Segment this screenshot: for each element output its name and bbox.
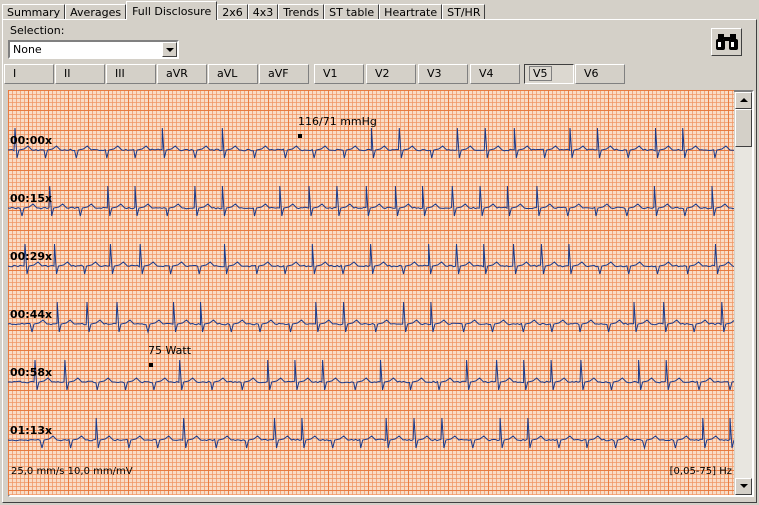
blood-pressure-annotation: 116/71 mmHg <box>298 115 377 128</box>
scroll-up-button[interactable] <box>735 92 752 109</box>
lead-button-v2[interactable]: V2 <box>366 64 416 84</box>
ecg-strip-area[interactable]: 00:00x 00:15x 00:29x 00:44x 00:58x 01:13… <box>8 90 734 495</box>
lead-button-i[interactable]: I <box>4 64 54 84</box>
lead-button-v3[interactable]: V3 <box>418 64 468 84</box>
lead-button-v5[interactable]: V5 <box>524 64 574 84</box>
ecg-trace-row <box>8 243 734 275</box>
selection-dropdown[interactable]: None <box>8 40 179 59</box>
ecg-trace-row <box>8 185 734 217</box>
ecg-trace-row <box>8 417 734 450</box>
tab-bar: Summary Averages Full Disclosure 2x6 4x3… <box>2 1 486 20</box>
tab-2x6[interactable]: 2x6 <box>217 4 248 20</box>
ecg-row-time-label: 00:44x <box>10 308 53 321</box>
ecg-trace-row <box>8 359 734 391</box>
tab-trends[interactable]: Trends <box>278 4 325 20</box>
annotation-marker <box>298 134 302 138</box>
tab-st-hr[interactable]: ST/HR <box>442 4 486 20</box>
lead-button-v1[interactable]: V1 <box>314 64 364 84</box>
ecg-row-time-label: 00:58x <box>10 366 53 379</box>
ecg-traces <box>8 127 734 450</box>
binoculars-icon <box>716 34 738 50</box>
lead-button-avr[interactable]: aVR <box>157 64 207 84</box>
find-button[interactable] <box>711 28 742 56</box>
lead-button-ii[interactable]: II <box>55 64 105 84</box>
vertical-scrollbar[interactable] <box>735 92 752 495</box>
lead-button-v4[interactable]: V4 <box>470 64 520 84</box>
lead-button-avf[interactable]: aVF <box>259 64 309 84</box>
tab-st-table[interactable]: ST table <box>324 4 380 20</box>
tab-heartrate[interactable]: Heartrate <box>379 4 443 20</box>
tab-summary[interactable]: Summary <box>2 4 66 20</box>
ecg-row-time-label: 01:13x <box>10 424 53 437</box>
tab-averages[interactable]: Averages <box>65 4 127 20</box>
tab-full-disclosure[interactable]: Full Disclosure <box>126 1 218 20</box>
ecg-row-time-label: 00:29x <box>10 250 53 263</box>
tab-4x3[interactable]: 4x3 <box>247 4 279 20</box>
lead-button-v6[interactable]: V6 <box>575 64 625 84</box>
chevron-down-icon[interactable] <box>162 42 177 57</box>
lead-button-avl[interactable]: aVL <box>208 64 258 84</box>
lead-button-iii[interactable]: III <box>106 64 156 84</box>
selection-value: None <box>13 43 42 56</box>
workload-annotation: 75 Watt <box>148 344 192 357</box>
speed-gain-label: 25,0 mm/s 10,0 mm/mV <box>11 466 133 477</box>
ecg-row-time-label: 00:15x <box>10 192 53 205</box>
annotation-marker <box>149 363 153 367</box>
scroll-thumb[interactable] <box>735 109 752 147</box>
ecg-trace-row <box>8 127 734 159</box>
ecg-row-time-label: 00:00x <box>10 134 53 147</box>
selection-label: Selection: <box>10 24 65 37</box>
ecg-trace-row <box>8 301 734 334</box>
scroll-down-button[interactable] <box>735 478 752 495</box>
filter-label: [0,05-75] Hz <box>669 466 732 477</box>
